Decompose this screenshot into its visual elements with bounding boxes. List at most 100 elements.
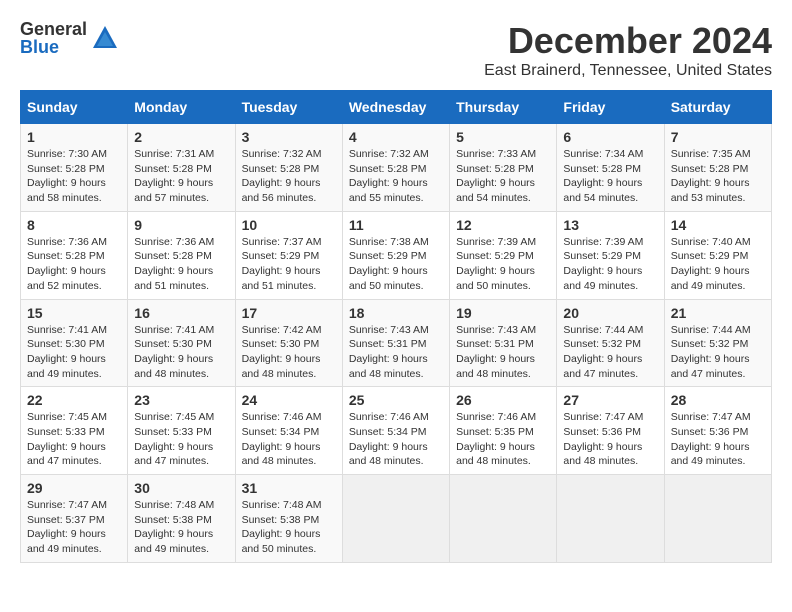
- calendar-cell: 25 Sunrise: 7:46 AM Sunset: 5:34 PM Dayli…: [342, 387, 449, 475]
- day-number: 19: [456, 305, 550, 321]
- calendar-cell: 1Sunrise: 7:30 AM Sunset: 5:28 PM Daylig…: [21, 124, 128, 212]
- day-info: Sunrise: 7:33 AM Sunset: 5:28 PM Dayligh…: [456, 147, 550, 206]
- logo-general: General: [20, 20, 87, 38]
- day-info: Sunrise: 7:47 AM Sunset: 5:37 PM Dayligh…: [27, 498, 121, 557]
- day-info: Sunrise: 7:31 AM Sunset: 5:28 PM Dayligh…: [134, 147, 228, 206]
- calendar-cell: 3 Sunrise: 7:32 AM Sunset: 5:28 PM Daylig…: [235, 124, 342, 212]
- logo: General Blue: [20, 20, 119, 56]
- header-day-thursday: Thursday: [450, 91, 557, 124]
- day-number: 6: [563, 129, 657, 145]
- calendar-cell: 23 Sunrise: 7:45 AM Sunset: 5:33 PM Dayli…: [128, 387, 235, 475]
- day-number: 15: [27, 305, 121, 321]
- day-number: 17: [242, 305, 336, 321]
- calendar-cell: 4 Sunrise: 7:32 AM Sunset: 5:28 PM Daylig…: [342, 124, 449, 212]
- header: General Blue December 2024 East Brainerd…: [20, 20, 772, 80]
- header-day-wednesday: Wednesday: [342, 91, 449, 124]
- day-number: 9: [134, 217, 228, 233]
- logo-blue: Blue: [20, 38, 87, 56]
- day-info: Sunrise: 7:37 AM Sunset: 5:29 PM Dayligh…: [242, 235, 336, 294]
- day-info: Sunrise: 7:46 AM Sunset: 5:35 PM Dayligh…: [456, 410, 550, 469]
- calendar-cell: 5 Sunrise: 7:33 AM Sunset: 5:28 PM Daylig…: [450, 124, 557, 212]
- day-info: Sunrise: 7:35 AM Sunset: 5:28 PM Dayligh…: [671, 147, 765, 206]
- calendar-cell: 12 Sunrise: 7:39 AM Sunset: 5:29 PM Dayli…: [450, 211, 557, 299]
- calendar-cell: 19Sunrise: 7:43 AM Sunset: 5:31 PM Dayli…: [450, 299, 557, 387]
- calendar-cell: 30Sunrise: 7:48 AM Sunset: 5:38 PM Dayli…: [128, 475, 235, 563]
- calendar-week-row: 15Sunrise: 7:41 AM Sunset: 5:30 PM Dayli…: [21, 299, 772, 387]
- calendar-cell: 26 Sunrise: 7:46 AM Sunset: 5:35 PM Dayli…: [450, 387, 557, 475]
- day-number: 5: [456, 129, 550, 145]
- day-number: 12: [456, 217, 550, 233]
- calendar-week-row: 29Sunrise: 7:47 AM Sunset: 5:37 PM Dayli…: [21, 475, 772, 563]
- calendar-cell: [450, 475, 557, 563]
- day-info: Sunrise: 7:38 AM Sunset: 5:29 PM Dayligh…: [349, 235, 443, 294]
- calendar-cell: 16Sunrise: 7:41 AM Sunset: 5:30 PM Dayli…: [128, 299, 235, 387]
- day-number: 18: [349, 305, 443, 321]
- day-info: Sunrise: 7:44 AM Sunset: 5:32 PM Dayligh…: [563, 323, 657, 382]
- calendar-cell: 24Sunrise: 7:46 AM Sunset: 5:34 PM Dayli…: [235, 387, 342, 475]
- calendar-cell: 6 Sunrise: 7:34 AM Sunset: 5:28 PM Daylig…: [557, 124, 664, 212]
- day-number: 25: [349, 392, 443, 408]
- day-info: Sunrise: 7:47 AM Sunset: 5:36 PM Dayligh…: [671, 410, 765, 469]
- day-number: 20: [563, 305, 657, 321]
- day-info: Sunrise: 7:40 AM Sunset: 5:29 PM Dayligh…: [671, 235, 765, 294]
- day-info: Sunrise: 7:32 AM Sunset: 5:28 PM Dayligh…: [242, 147, 336, 206]
- header-day-saturday: Saturday: [664, 91, 771, 124]
- calendar-cell: 10 Sunrise: 7:37 AM Sunset: 5:29 PM Dayli…: [235, 211, 342, 299]
- calendar-cell: 11 Sunrise: 7:38 AM Sunset: 5:29 PM Dayli…: [342, 211, 449, 299]
- calendar-week-row: 22Sunrise: 7:45 AM Sunset: 5:33 PM Dayli…: [21, 387, 772, 475]
- day-info: Sunrise: 7:45 AM Sunset: 5:33 PM Dayligh…: [134, 410, 228, 469]
- logo-icon: [91, 24, 119, 52]
- header-day-tuesday: Tuesday: [235, 91, 342, 124]
- day-info: Sunrise: 7:42 AM Sunset: 5:30 PM Dayligh…: [242, 323, 336, 382]
- calendar-cell: 14 Sunrise: 7:40 AM Sunset: 5:29 PM Dayli…: [664, 211, 771, 299]
- day-info: Sunrise: 7:43 AM Sunset: 5:31 PM Dayligh…: [349, 323, 443, 382]
- calendar-cell: 18 Sunrise: 7:43 AM Sunset: 5:31 PM Dayli…: [342, 299, 449, 387]
- day-info: Sunrise: 7:48 AM Sunset: 5:38 PM Dayligh…: [134, 498, 228, 557]
- day-number: 31: [242, 480, 336, 496]
- calendar-cell: 15Sunrise: 7:41 AM Sunset: 5:30 PM Dayli…: [21, 299, 128, 387]
- calendar-cell: 17 Sunrise: 7:42 AM Sunset: 5:30 PM Dayli…: [235, 299, 342, 387]
- day-info: Sunrise: 7:36 AM Sunset: 5:28 PM Dayligh…: [27, 235, 121, 294]
- calendar-cell: 20 Sunrise: 7:44 AM Sunset: 5:32 PM Dayli…: [557, 299, 664, 387]
- calendar-cell: 27Sunrise: 7:47 AM Sunset: 5:36 PM Dayli…: [557, 387, 664, 475]
- title-section: December 2024 East Brainerd, Tennessee, …: [484, 20, 772, 80]
- calendar-subtitle: East Brainerd, Tennessee, United States: [484, 62, 772, 80]
- day-number: 23: [134, 392, 228, 408]
- calendar-cell: 21 Sunrise: 7:44 AM Sunset: 5:32 PM Dayli…: [664, 299, 771, 387]
- day-number: 16: [134, 305, 228, 321]
- calendar-header-row: SundayMondayTuesdayWednesdayThursdayFrid…: [21, 91, 772, 124]
- day-number: 7: [671, 129, 765, 145]
- day-info: Sunrise: 7:39 AM Sunset: 5:29 PM Dayligh…: [563, 235, 657, 294]
- calendar-cell: [664, 475, 771, 563]
- calendar-cell: 13Sunrise: 7:39 AM Sunset: 5:29 PM Dayli…: [557, 211, 664, 299]
- day-number: 8: [27, 217, 121, 233]
- header-day-monday: Monday: [128, 91, 235, 124]
- day-number: 11: [349, 217, 443, 233]
- day-info: Sunrise: 7:34 AM Sunset: 5:28 PM Dayligh…: [563, 147, 657, 206]
- day-info: Sunrise: 7:39 AM Sunset: 5:29 PM Dayligh…: [456, 235, 550, 294]
- calendar-cell: 7 Sunrise: 7:35 AM Sunset: 5:28 PM Daylig…: [664, 124, 771, 212]
- day-info: Sunrise: 7:44 AM Sunset: 5:32 PM Dayligh…: [671, 323, 765, 382]
- calendar-cell: 28 Sunrise: 7:47 AM Sunset: 5:36 PM Dayli…: [664, 387, 771, 475]
- day-number: 14: [671, 217, 765, 233]
- day-number: 2: [134, 129, 228, 145]
- day-number: 3: [242, 129, 336, 145]
- day-info: Sunrise: 7:48 AM Sunset: 5:38 PM Dayligh…: [242, 498, 336, 557]
- day-info: Sunrise: 7:32 AM Sunset: 5:28 PM Dayligh…: [349, 147, 443, 206]
- day-info: Sunrise: 7:36 AM Sunset: 5:28 PM Dayligh…: [134, 235, 228, 294]
- calendar-cell: 31 Sunrise: 7:48 AM Sunset: 5:38 PM Dayli…: [235, 475, 342, 563]
- day-number: 26: [456, 392, 550, 408]
- calendar-cell: 29Sunrise: 7:47 AM Sunset: 5:37 PM Dayli…: [21, 475, 128, 563]
- day-number: 21: [671, 305, 765, 321]
- day-info: Sunrise: 7:46 AM Sunset: 5:34 PM Dayligh…: [349, 410, 443, 469]
- day-number: 4: [349, 129, 443, 145]
- calendar-week-row: 8 Sunrise: 7:36 AM Sunset: 5:28 PM Daylig…: [21, 211, 772, 299]
- day-number: 10: [242, 217, 336, 233]
- calendar-cell: 9 Sunrise: 7:36 AM Sunset: 5:28 PM Daylig…: [128, 211, 235, 299]
- day-info: Sunrise: 7:45 AM Sunset: 5:33 PM Dayligh…: [27, 410, 121, 469]
- day-number: 28: [671, 392, 765, 408]
- day-info: Sunrise: 7:30 AM Sunset: 5:28 PM Dayligh…: [27, 147, 121, 206]
- logo-text: General Blue: [20, 20, 87, 56]
- calendar-cell: [342, 475, 449, 563]
- day-info: Sunrise: 7:47 AM Sunset: 5:36 PM Dayligh…: [563, 410, 657, 469]
